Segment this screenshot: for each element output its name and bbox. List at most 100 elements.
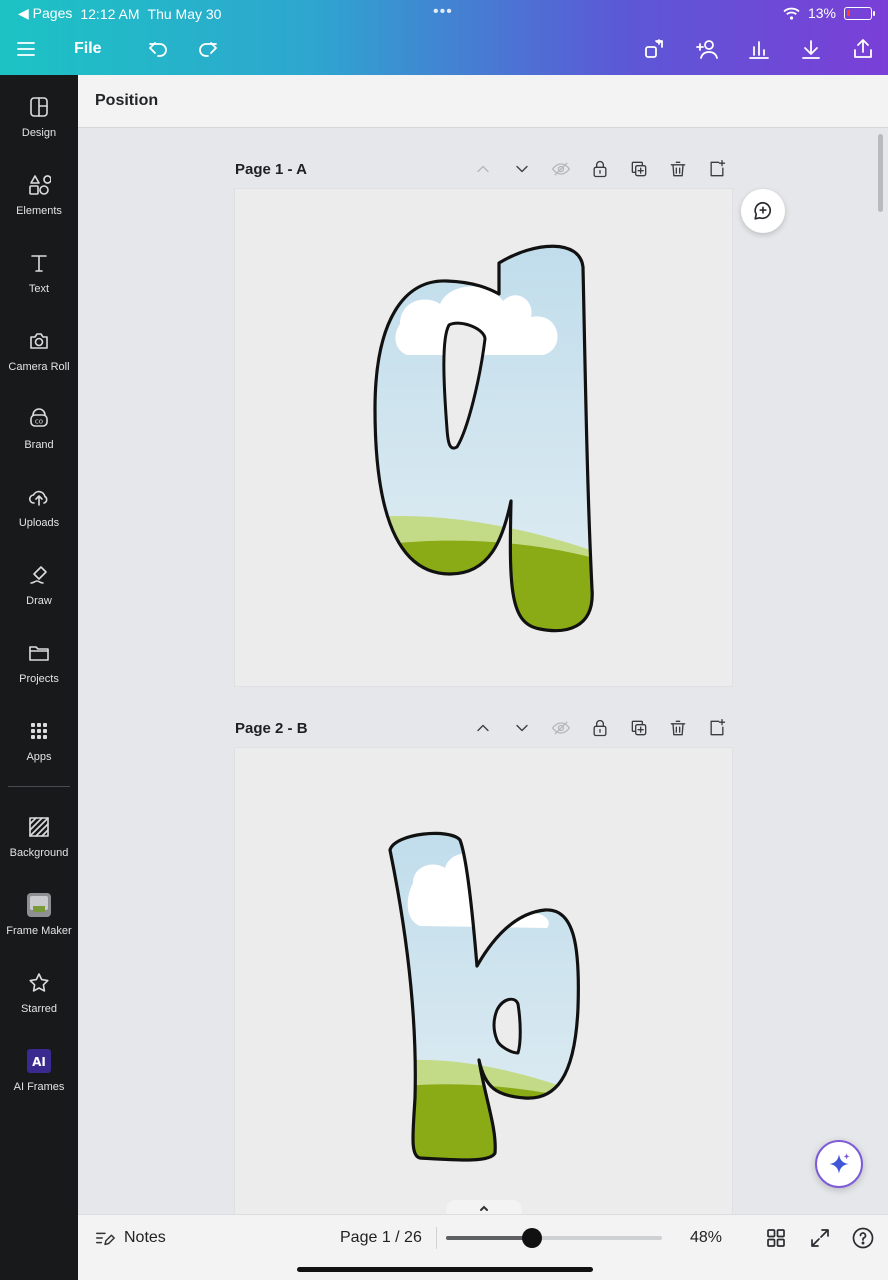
file-menu-button[interactable]: File	[74, 34, 102, 64]
sidebar-item-label: Draw	[26, 595, 52, 607]
sidebar-item-elements[interactable]: Elements	[0, 165, 78, 235]
chevron-down-icon	[515, 724, 528, 732]
home-indicator[interactable]	[297, 1267, 593, 1272]
svg-text:AI: AI	[32, 1055, 46, 1069]
hide-page-button[interactable]	[541, 715, 580, 741]
sidebar-item-background[interactable]: Background	[0, 807, 78, 877]
sidebar-item-uploads[interactable]: Uploads	[0, 477, 78, 547]
expand-pages-tab[interactable]	[446, 1200, 522, 1214]
duplicate-page-button[interactable]	[619, 715, 658, 741]
move-page-down-button[interactable]	[502, 715, 541, 741]
undo-button[interactable]	[146, 34, 170, 64]
sidebar-item-brand[interactable]: co Brand	[0, 399, 78, 469]
sidebar-item-ai-frames[interactable]: AI AI Frames	[0, 1041, 78, 1111]
chevron-up-icon	[476, 724, 489, 732]
status-time: 12:12 AM	[80, 5, 140, 22]
sidebar-item-starred[interactable]: Starred	[0, 963, 78, 1033]
zoom-slider[interactable]	[446, 1228, 662, 1248]
redo-button[interactable]	[196, 34, 220, 64]
resize-icon	[645, 39, 663, 58]
sidebar-item-draw[interactable]: Draw	[0, 555, 78, 625]
add-page-icon	[710, 719, 725, 736]
svg-text:co: co	[35, 418, 43, 426]
page-1-title[interactable]: Page 1 - A	[235, 161, 307, 178]
hide-page-button[interactable]	[541, 156, 580, 182]
zoom-slider-fill	[446, 1236, 533, 1240]
zoom-level[interactable]: 48%	[690, 1229, 722, 1247]
move-page-up-button[interactable]	[463, 715, 502, 741]
notes-button[interactable]: Notes	[94, 1227, 166, 1249]
editor-toolbar: File	[0, 30, 888, 66]
position-panel-header: Position	[78, 75, 888, 128]
move-page-up-button[interactable]	[463, 156, 502, 182]
resize-magic-button[interactable]	[642, 34, 666, 64]
star-icon	[29, 973, 49, 992]
camera-icon	[30, 333, 48, 349]
left-sidebar: Design Elements Text Camera Roll co Bran…	[0, 75, 78, 1280]
add-page-icon	[710, 160, 725, 177]
letter-b-graphic[interactable]	[235, 748, 732, 1214]
magic-assistant-button[interactable]	[815, 1140, 863, 1188]
bottom-bar: Notes Page 1 / 26 48%	[78, 1214, 888, 1280]
page-indicator[interactable]: Page 1 / 26	[340, 1229, 422, 1247]
design-icon	[30, 97, 48, 117]
help-button[interactable]	[851, 1226, 875, 1250]
sidebar-item-text[interactable]: Text	[0, 243, 78, 313]
move-page-down-button[interactable]	[502, 156, 541, 182]
lock-page-button[interactable]	[580, 156, 619, 182]
hamburger-icon	[17, 42, 35, 56]
page-2-canvas[interactable]	[235, 748, 732, 1214]
add-page-button[interactable]	[697, 156, 736, 182]
fullscreen-button[interactable]	[808, 1226, 832, 1250]
add-page-button[interactable]	[697, 715, 736, 741]
battery-percent: 13%	[807, 5, 836, 21]
share-export-button[interactable]	[851, 34, 875, 64]
sidebar-item-label: Text	[28, 283, 50, 295]
download-icon	[802, 40, 820, 59]
sidebar-item-label: AI Frames	[13, 1081, 65, 1093]
eye-off-icon	[551, 721, 570, 735]
delete-page-button[interactable]	[658, 715, 697, 741]
letter-a-graphic[interactable]	[235, 189, 732, 686]
background-icon	[29, 817, 49, 837]
sidebar-item-label: Projects	[19, 673, 59, 685]
download-button[interactable]	[799, 34, 823, 64]
page-2-title[interactable]: Page 2 - B	[235, 720, 308, 737]
lock-page-button[interactable]	[580, 715, 619, 741]
expand-icon	[811, 1229, 829, 1247]
add-people-icon	[696, 40, 718, 59]
back-to-app-link[interactable]: ◀ Pages	[18, 5, 72, 22]
page-1-canvas[interactable]	[235, 189, 732, 686]
undo-icon	[149, 42, 167, 57]
top-header: ◀ Pages 12:12 AM Thu May 30 ••• 13% File	[0, 0, 888, 75]
sidebar-item-camera-roll[interactable]: Camera Roll	[0, 321, 78, 391]
menu-button[interactable]	[14, 34, 38, 64]
status-date: Thu May 30	[147, 5, 222, 22]
notes-pencil-icon	[96, 1232, 115, 1246]
sidebar-item-apps[interactable]: Apps	[0, 711, 78, 781]
sidebar-item-frame-maker[interactable]: Frame Maker	[0, 885, 78, 955]
add-comment-button[interactable]	[741, 189, 785, 233]
delete-page-button[interactable]	[658, 156, 697, 182]
share-collaborate-button[interactable]	[694, 34, 722, 64]
sidebar-item-design[interactable]: Design	[0, 87, 78, 157]
page-2-toolbar	[463, 715, 736, 741]
insights-button[interactable]	[747, 34, 771, 64]
share-upload-icon	[854, 39, 872, 58]
sidebar-item-label: Design	[21, 127, 57, 139]
position-panel-title: Position	[95, 92, 159, 109]
zoom-slider-thumb[interactable]	[522, 1228, 543, 1248]
duplicate-page-button[interactable]	[619, 156, 658, 182]
canvas-scrollbar[interactable]	[878, 134, 883, 212]
eye-off-icon	[551, 162, 570, 176]
grid-view-button[interactable]	[764, 1226, 788, 1250]
trash-icon	[670, 720, 685, 736]
redo-icon	[199, 42, 217, 57]
duplicate-icon	[631, 161, 646, 177]
folder-icon	[29, 646, 49, 661]
multitasking-dots[interactable]: •••	[433, 3, 453, 21]
lock-icon	[593, 719, 606, 737]
sidebar-item-projects[interactable]: Projects	[0, 633, 78, 703]
chevron-up-icon	[476, 165, 489, 173]
design-canvas[interactable]: Page 1 - A Page 2 - B	[78, 128, 888, 1214]
